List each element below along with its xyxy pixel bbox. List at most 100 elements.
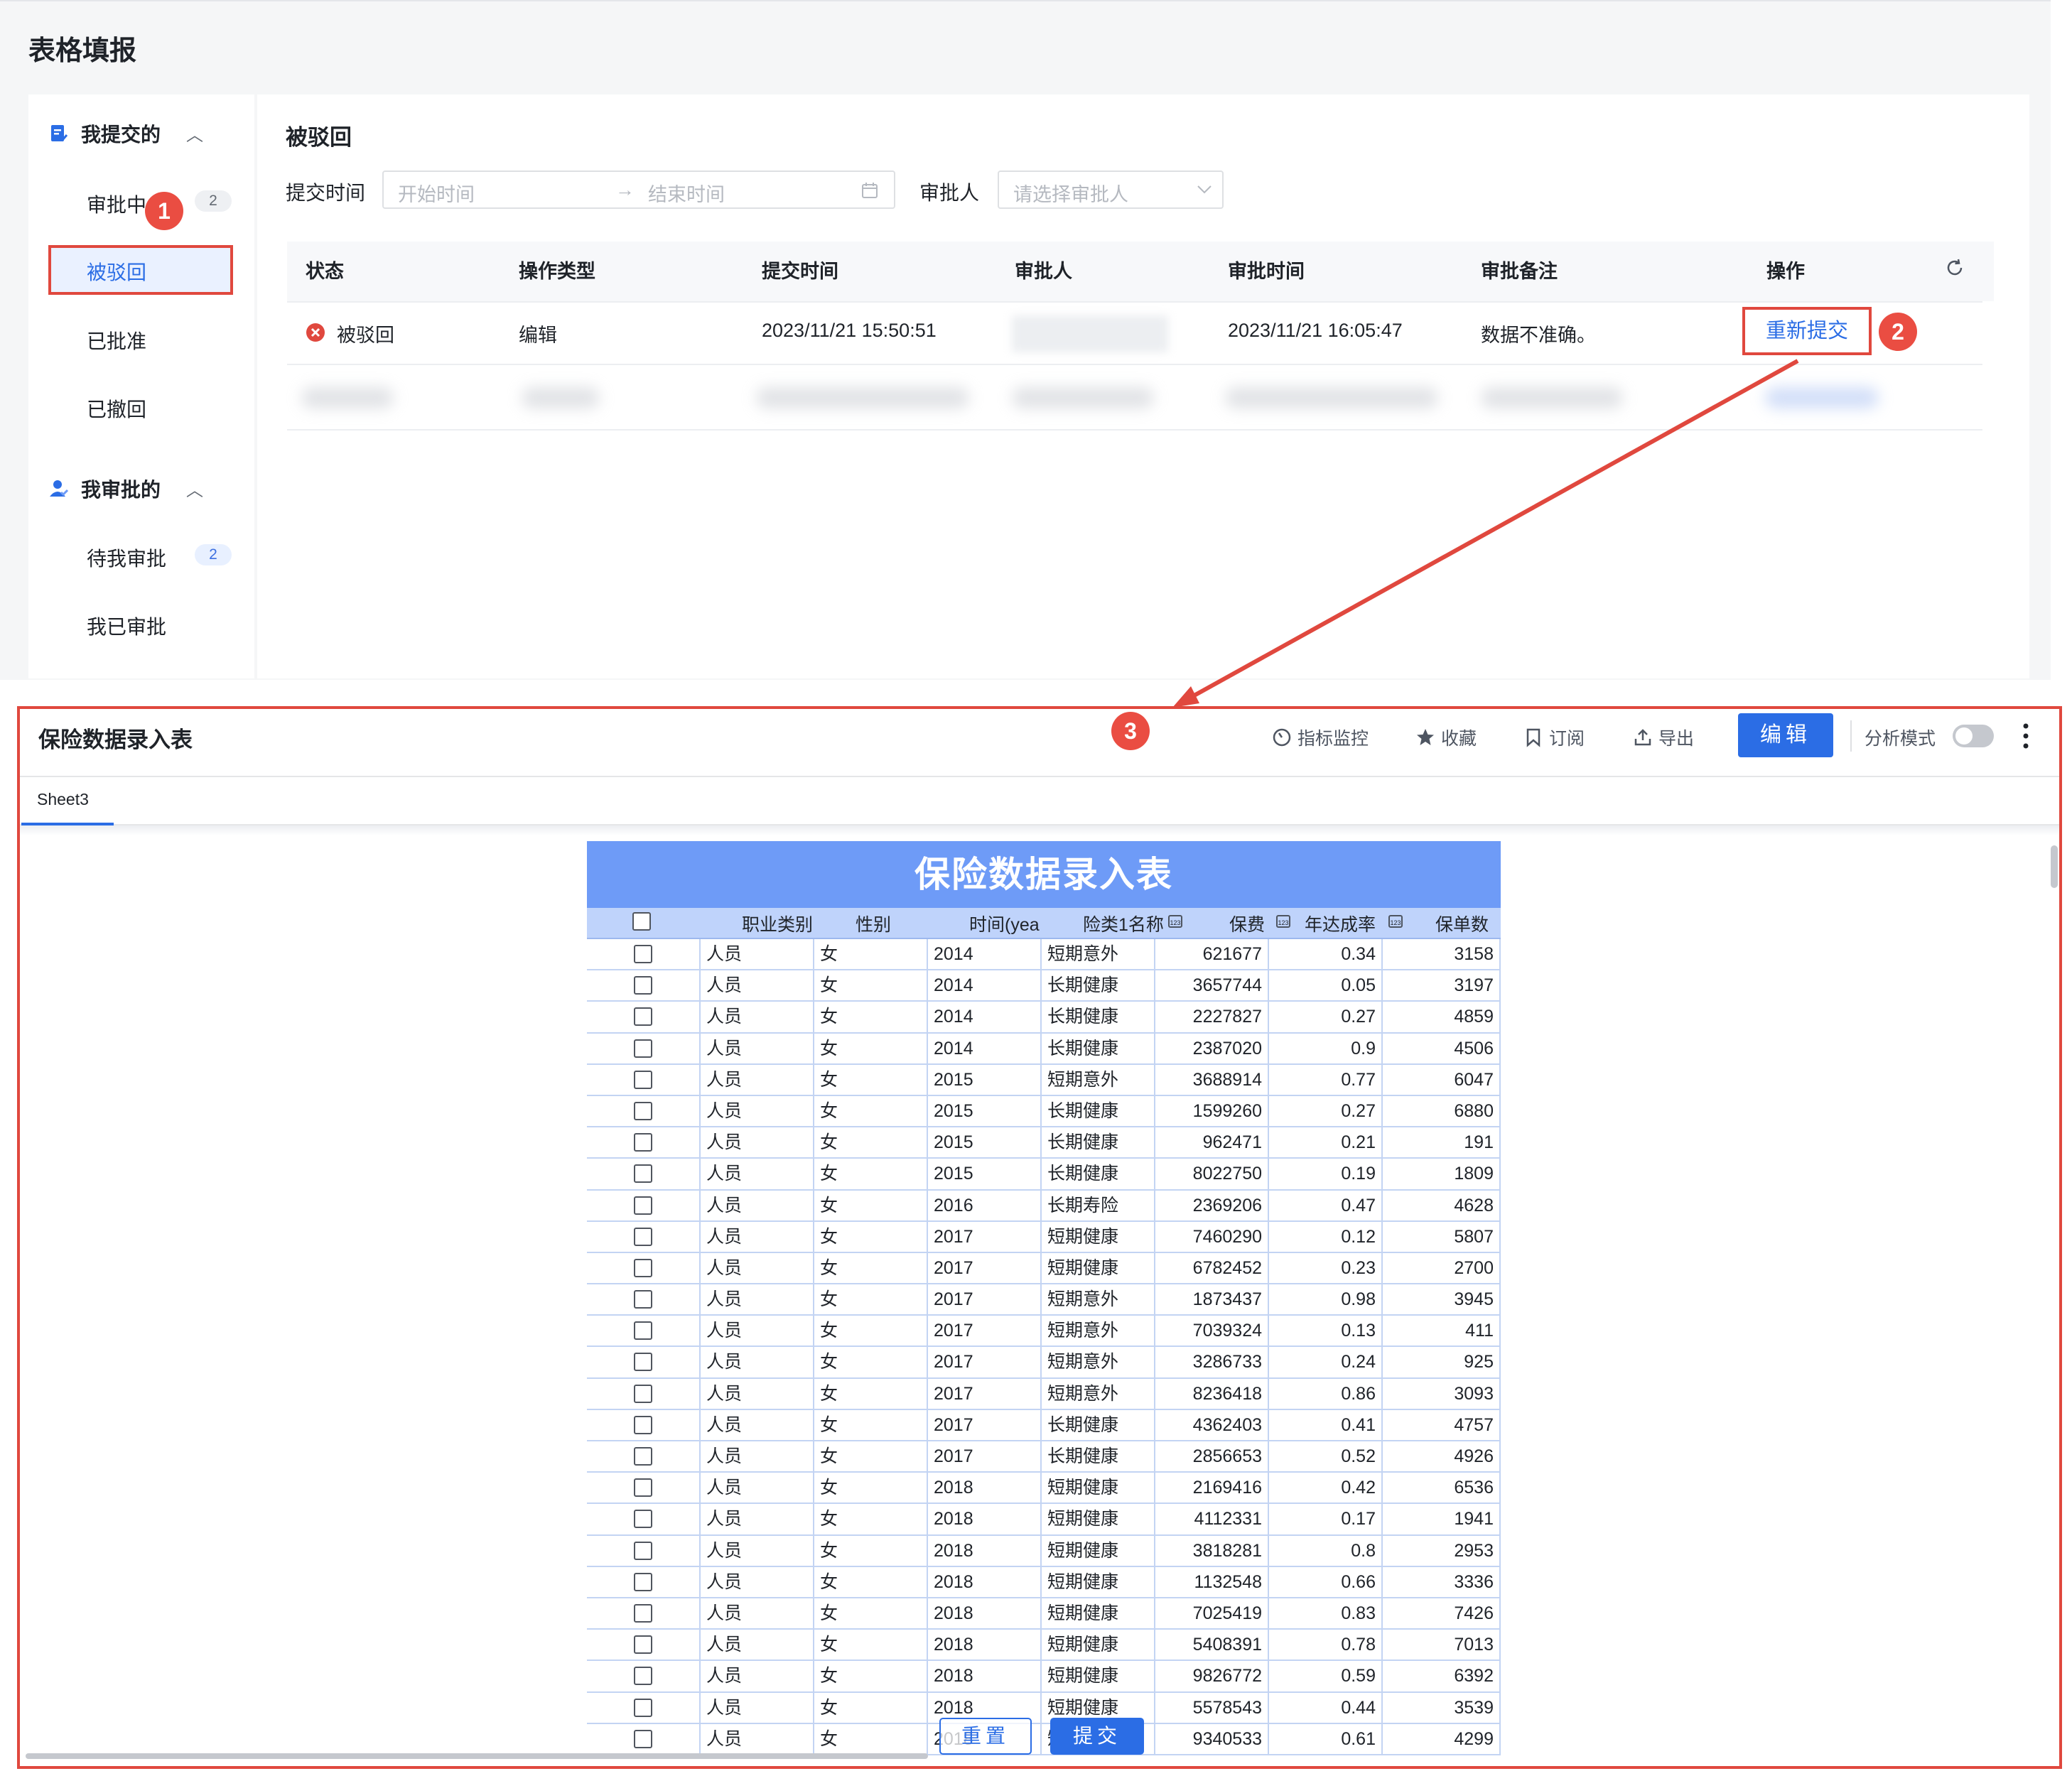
cell-premium[interactable]: 3286733: [1155, 1347, 1269, 1377]
cell-achievement[interactable]: 0.21: [1269, 1127, 1383, 1158]
cell-premium[interactable]: 1599260: [1155, 1095, 1269, 1127]
cell-premium[interactable]: 4112331: [1155, 1504, 1269, 1534]
cell-category[interactable]: 短期健康: [1042, 1661, 1155, 1691]
subscribe-button[interactable]: 订阅: [1523, 725, 1585, 750]
cell-policy-count[interactable]: 6536: [1383, 1473, 1501, 1503]
cell-achievement[interactable]: 0.77: [1269, 1064, 1383, 1095]
cell-achievement[interactable]: 0.59: [1269, 1661, 1383, 1691]
more-vertical-icon[interactable]: [2021, 722, 2031, 750]
row-checkbox[interactable]: [634, 1384, 652, 1403]
cell-category[interactable]: 短期健康: [1042, 1504, 1155, 1534]
cell-policy-count[interactable]: 3197: [1383, 970, 1501, 1001]
cell-gender[interactable]: 女: [814, 1127, 928, 1158]
cell-achievement[interactable]: 0.23: [1269, 1252, 1383, 1284]
cell-premium[interactable]: 8022750: [1155, 1159, 1269, 1189]
cell-year[interactable]: 2018: [928, 1504, 1042, 1534]
cell-premium[interactable]: 2169416: [1155, 1473, 1269, 1503]
cell-category[interactable]: 长期健康: [1042, 1409, 1155, 1440]
row-checkbox[interactable]: [634, 1164, 652, 1184]
cell-occupation[interactable]: 人员: [701, 1190, 814, 1220]
row-checkbox[interactable]: [634, 1572, 652, 1591]
cell-policy-count[interactable]: 411: [1383, 1316, 1501, 1346]
cell-year[interactable]: 2018: [928, 1598, 1042, 1629]
submit-button[interactable]: 提交: [1050, 1718, 1144, 1755]
cell-category[interactable]: 长期健康: [1042, 1095, 1155, 1127]
cell-gender[interactable]: 女: [814, 1409, 928, 1440]
cell-year[interactable]: 2014: [928, 970, 1042, 1001]
row-checkbox[interactable]: [634, 1039, 652, 1058]
row-checkbox[interactable]: [634, 1258, 652, 1277]
row-checkbox[interactable]: [634, 1415, 652, 1434]
vertical-scrollbar[interactable]: [2051, 845, 2058, 888]
cell-premium[interactable]: 3688914: [1155, 1064, 1269, 1095]
cell-category[interactable]: 长期寿险: [1042, 1190, 1155, 1220]
cell-achievement[interactable]: 0.05: [1269, 970, 1383, 1001]
row-checkbox[interactable]: [634, 1227, 652, 1246]
cell-gender[interactable]: 女: [814, 1316, 928, 1346]
cell-occupation[interactable]: 人员: [701, 1064, 814, 1095]
cell-gender[interactable]: 女: [814, 1661, 928, 1691]
row-checkbox[interactable]: [634, 1698, 652, 1717]
cell-achievement[interactable]: 0.27: [1269, 1095, 1383, 1127]
cell-premium[interactable]: 5408391: [1155, 1630, 1269, 1660]
cell-premium[interactable]: 4362403: [1155, 1409, 1269, 1440]
row-checkbox[interactable]: [634, 1133, 652, 1152]
row-checkbox[interactable]: [634, 1541, 652, 1560]
cell-year[interactable]: 2017: [928, 1409, 1042, 1440]
cell-year[interactable]: 2016: [928, 1190, 1042, 1220]
cell-year[interactable]: 2015: [928, 1159, 1042, 1189]
cell-achievement[interactable]: 0.86: [1269, 1378, 1383, 1409]
cell-occupation[interactable]: 人员: [701, 1723, 814, 1754]
cell-premium[interactable]: 5578543: [1155, 1692, 1269, 1723]
cell-premium[interactable]: 7460290: [1155, 1221, 1269, 1252]
cell-policy-count[interactable]: 2700: [1383, 1252, 1501, 1284]
cell-occupation[interactable]: 人员: [701, 939, 814, 970]
cell-gender[interactable]: 女: [814, 1378, 928, 1409]
cell-category[interactable]: 长期健康: [1042, 1159, 1155, 1189]
cell-policy-count[interactable]: 7426: [1383, 1598, 1501, 1629]
cell-policy-count[interactable]: 2953: [1383, 1535, 1501, 1566]
cell-year[interactable]: 2014: [928, 939, 1042, 970]
cell-gender[interactable]: 女: [814, 1504, 928, 1534]
cell-policy-count[interactable]: 1809: [1383, 1159, 1501, 1189]
cell-policy-count[interactable]: 3539: [1383, 1692, 1501, 1723]
cell-gender[interactable]: 女: [814, 1535, 928, 1566]
cell-premium[interactable]: 7025419: [1155, 1598, 1269, 1629]
cell-category[interactable]: 长期健康: [1042, 1127, 1155, 1158]
cell-policy-count[interactable]: 3093: [1383, 1378, 1501, 1409]
cell-category[interactable]: 长期健康: [1042, 970, 1155, 1001]
cell-category[interactable]: 短期健康: [1042, 1630, 1155, 1660]
edit-button[interactable]: 编辑: [1738, 713, 1833, 757]
cell-gender[interactable]: 女: [814, 1347, 928, 1377]
cell-occupation[interactable]: 人员: [701, 1661, 814, 1691]
cell-occupation[interactable]: 人员: [701, 1378, 814, 1409]
cell-achievement[interactable]: 0.13: [1269, 1316, 1383, 1346]
monitor-button[interactable]: 指标监控: [1272, 725, 1369, 750]
cell-category[interactable]: 长期健康: [1042, 1002, 1155, 1032]
cell-premium[interactable]: 9826772: [1155, 1661, 1269, 1691]
cell-occupation[interactable]: 人员: [701, 1692, 814, 1723]
cell-category[interactable]: 短期意外: [1042, 1064, 1155, 1095]
cell-year[interactable]: 2018: [928, 1473, 1042, 1503]
cell-year[interactable]: 2015: [928, 1064, 1042, 1095]
cell-premium[interactable]: 7039324: [1155, 1316, 1269, 1346]
cell-policy-count[interactable]: 6392: [1383, 1661, 1501, 1691]
row-checkbox[interactable]: [634, 1196, 652, 1215]
cell-occupation[interactable]: 人员: [701, 970, 814, 1001]
cell-policy-count[interactable]: 925: [1383, 1347, 1501, 1377]
cell-gender[interactable]: 女: [814, 1723, 928, 1754]
cell-premium[interactable]: 3657744: [1155, 970, 1269, 1001]
cell-achievement[interactable]: 0.27: [1269, 1002, 1383, 1032]
cell-year[interactable]: 2014: [928, 1033, 1042, 1063]
cell-policy-count[interactable]: 3158: [1383, 939, 1501, 970]
cell-occupation[interactable]: 人员: [701, 1159, 814, 1189]
cell-year[interactable]: 2017: [928, 1316, 1042, 1346]
cell-occupation[interactable]: 人员: [701, 1598, 814, 1629]
cell-category[interactable]: 短期健康: [1042, 1535, 1155, 1566]
cell-gender[interactable]: 女: [814, 1473, 928, 1503]
cell-premium[interactable]: 6782452: [1155, 1252, 1269, 1284]
cell-category[interactable]: 短期意外: [1042, 939, 1155, 970]
cell-policy-count[interactable]: 191: [1383, 1127, 1501, 1158]
row-checkbox[interactable]: [634, 976, 652, 995]
cell-gender[interactable]: 女: [814, 1252, 928, 1284]
